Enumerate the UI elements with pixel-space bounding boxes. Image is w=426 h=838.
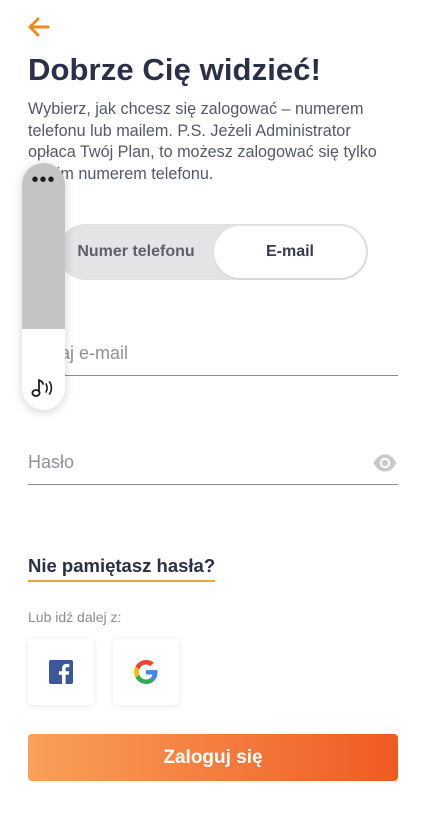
tab-phone-number[interactable]: Numer telefonu [58,224,214,280]
page-title: Dobrze Cię widzieć! [28,52,322,87]
tab-email[interactable]: E-mail [214,226,366,278]
google-icon [134,660,158,684]
social-login-label: Lub idź dalej z: [28,609,122,625]
forgot-password-link[interactable]: Nie pamiętasz hasła? [28,555,216,582]
back-button[interactable] [26,14,52,40]
facebook-icon [49,660,73,684]
password-input[interactable] [28,441,358,483]
password-field-container [28,441,398,485]
page-description: Wybierz, jak chcesz się zalogować – nume… [28,100,377,183]
email-input[interactable] [28,332,358,374]
eye-icon[interactable] [372,453,398,473]
facebook-login-button[interactable] [28,639,94,705]
login-method-toggle: Numer telefonu E-mail [58,224,368,280]
floating-overlay[interactable]: ••• [22,163,65,410]
more-options-icon[interactable]: ••• [22,169,65,192]
audio-note-icon[interactable] [30,376,58,400]
google-login-button[interactable] [113,639,179,705]
login-button[interactable]: Zaloguj się [28,734,398,781]
arrow-left-icon [28,17,50,37]
email-field-container [28,332,398,376]
